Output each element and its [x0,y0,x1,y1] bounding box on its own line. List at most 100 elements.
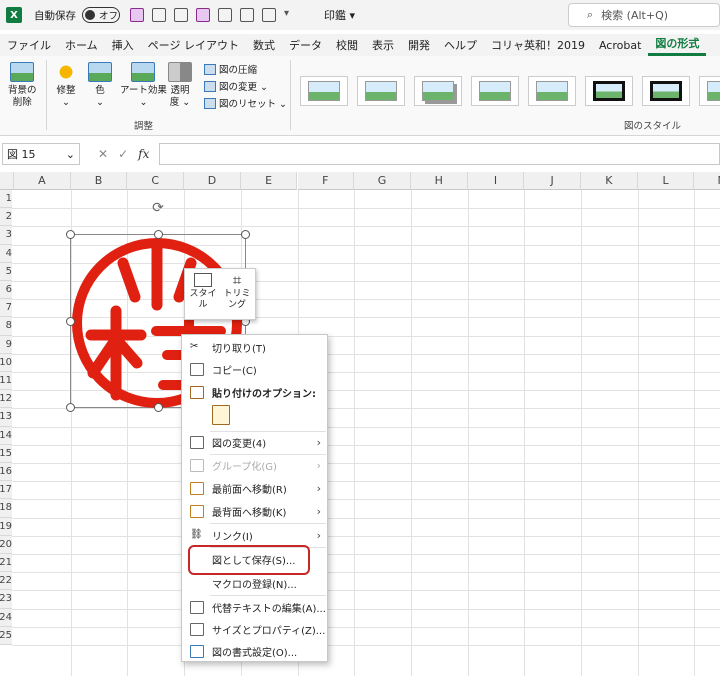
tab-12[interactable]: 図の形式 [648,34,707,56]
column-header[interactable]: K [581,172,638,190]
tab-10[interactable]: コリャ英和！2019 [484,37,592,53]
column-header[interactable]: E [240,172,298,190]
row-header[interactable]: 21 [0,554,12,573]
resize-handle[interactable] [66,317,75,326]
tab-6[interactable]: 校閲 [329,37,365,53]
row-header[interactable]: 15 [0,444,12,463]
crop-button[interactable]: ⌗ トリミング [222,273,252,315]
resize-handle[interactable] [241,230,250,239]
row-header[interactable]: 1 [0,190,12,209]
row-header[interactable]: 4 [0,244,12,263]
link-menu-item[interactable]: ⛓ リンク(I) › [182,525,327,545]
column-header[interactable]: H [410,172,468,190]
assign-macro-menu-item[interactable]: マクロの登録(N)... [182,573,327,593]
tab-3[interactable]: ページ レイアウト [141,37,246,53]
select-all-corner[interactable] [0,172,14,190]
resize-handle[interactable] [154,230,163,239]
tab-11[interactable]: Acrobat [592,39,648,52]
column-header[interactable]: B [70,172,128,190]
row-header[interactable]: 3 [0,226,12,245]
table-icon[interactable] [174,8,188,22]
compress-pictures-button[interactable]: 図の圧縮 [204,62,287,76]
row-header[interactable]: 18 [0,499,12,518]
resize-handle[interactable] [154,403,163,412]
row-header[interactable]: 9 [0,335,12,354]
row-header[interactable]: 24 [0,608,12,627]
column-header[interactable]: L [637,172,695,190]
row-header[interactable]: 23 [0,590,12,609]
resize-handle[interactable] [66,403,75,412]
change-picture-button[interactable]: 図の変更 ⌄ [204,79,287,93]
row-header[interactable]: 25 [0,626,12,645]
size-properties-menu-item[interactable]: サイズとプロパティ(Z)... [182,619,327,639]
change-picture-menu-item[interactable]: 図の変更(4) › [182,432,327,452]
insert-function-icon[interactable]: fx [138,147,149,161]
edit-alt-text-menu-item[interactable]: 代替テキストの編集(A)... [182,597,327,617]
document-title[interactable]: 印鑑 ▾ [324,7,355,23]
tab-5[interactable]: データ [282,37,329,53]
row-header[interactable]: 14 [0,426,12,445]
row-header[interactable]: 7 [0,299,12,318]
row-header[interactable]: 5 [0,262,12,281]
copy-menu-item[interactable]: コピー(C) [182,359,327,379]
row-header[interactable]: 10 [0,353,12,372]
tab-4[interactable]: 数式 [246,37,282,53]
column-header[interactable]: M [694,172,720,190]
tab-9[interactable]: ヘルプ [437,37,484,53]
column-header[interactable]: I [467,172,525,190]
style-button[interactable]: スタイ ル [188,273,218,315]
resize-handle[interactable] [66,230,75,239]
picture-style-thumb[interactable] [471,76,519,106]
bring-to-front-menu-item[interactable]: 最前面へ移動(R) › [182,478,327,498]
tab-7[interactable]: 表示 [365,37,401,53]
row-header[interactable]: 16 [0,463,12,482]
color-button[interactable]: 色 ⌄ [88,62,112,109]
customize-dropdown-icon[interactable]: ▾ [284,8,294,22]
row-header[interactable]: 12 [0,390,12,409]
column-header[interactable]: A [14,172,71,190]
column-header[interactable]: C [127,172,185,190]
picture-style-thumb[interactable] [585,76,633,106]
column-header[interactable]: D [184,172,241,190]
artistic-effects-button[interactable]: アート効果 ⌄ [120,62,167,109]
column-header[interactable]: F [297,172,355,190]
tab-8[interactable]: 開発 [401,37,437,53]
name-box[interactable]: 図 15 ⌄ [2,143,80,165]
tab-2[interactable]: 挿入 [105,37,141,53]
row-header[interactable]: 8 [0,317,12,336]
row-header[interactable]: 2 [0,208,12,227]
save-as-icon[interactable] [196,8,210,22]
save-as-picture-menu-item[interactable]: 図として保存(S)... [182,549,327,569]
tab-0[interactable]: ファイル [0,37,58,53]
remove-background-button[interactable]: 背景の 削除 [8,62,37,109]
enter-icon[interactable]: ✓ [118,147,128,161]
autosave-toggle[interactable]: オフ [82,7,120,23]
save-icon[interactable] [130,8,144,22]
picture-style-thumb[interactable] [528,76,576,106]
cancel-icon[interactable]: ✕ [98,147,108,161]
column-header[interactable]: G [354,172,411,190]
corrections-button[interactable]: 修整 ⌄ [54,62,78,109]
transparency-button[interactable]: 透明 度 ⌄ [168,62,192,109]
picture-style-thumb[interactable] [699,76,720,106]
row-header[interactable]: 6 [0,281,12,300]
row-header[interactable]: 19 [0,517,12,536]
send-to-back-menu-item[interactable]: 最背面へ移動(K) › [182,501,327,521]
cut-menu-item[interactable]: ✂ 切り取り(T) [182,337,327,357]
row-header[interactable]: 11 [0,372,12,391]
format-picture-menu-item[interactable]: 図の書式設定(O)... [182,641,327,661]
row-header[interactable]: 17 [0,481,12,500]
column-header[interactable]: J [524,172,581,190]
formula-input[interactable] [159,143,720,165]
picture-style-thumb[interactable] [300,76,348,106]
print-preview-icon[interactable] [240,8,254,22]
reset-picture-button[interactable]: 図のリセット ⌄ [204,96,287,110]
picture-style-thumb[interactable] [357,76,405,106]
tab-1[interactable]: ホーム [58,37,105,53]
paste-picture-icon[interactable] [212,405,230,425]
document-icon[interactable] [262,8,276,22]
open-folder-icon[interactable] [152,8,166,22]
row-header[interactable]: 20 [0,535,12,554]
rotate-handle-icon[interactable]: ⟳ [150,200,166,216]
picture-style-thumb[interactable] [642,76,690,106]
